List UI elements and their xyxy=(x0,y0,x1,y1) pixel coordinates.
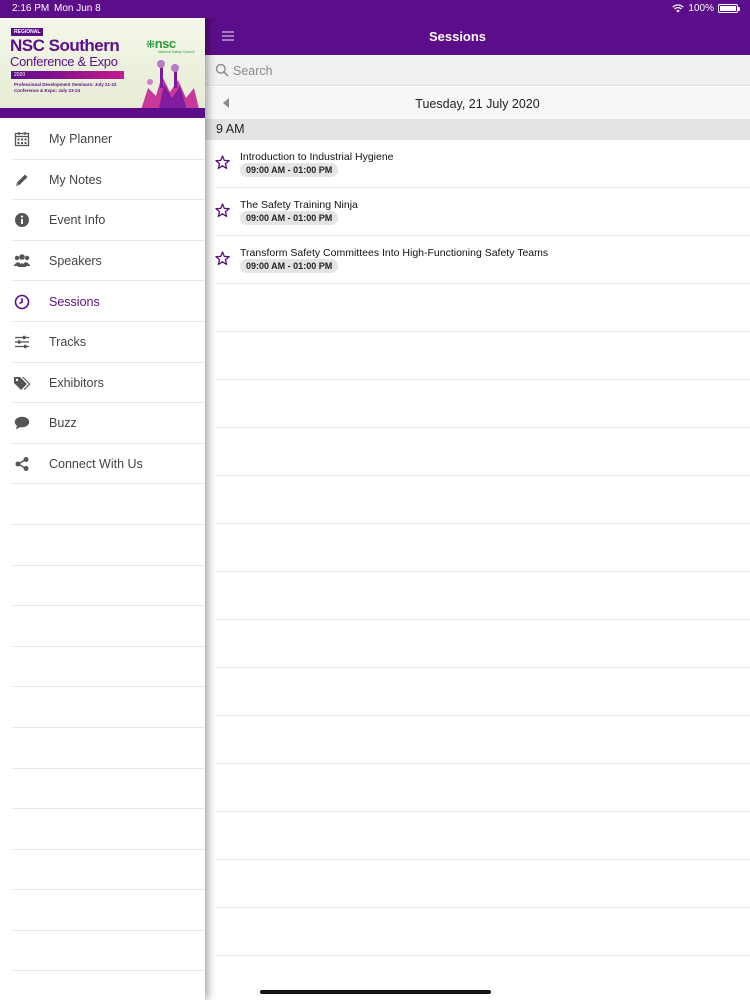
wifi-icon xyxy=(672,4,685,13)
sidebar-item-my-notes[interactable]: My Notes xyxy=(0,160,205,201)
banner-subtitle-2: Conference & Expo: July 23-24 xyxy=(14,88,81,93)
banner-title-line2: Conference & Expo xyxy=(10,54,118,69)
session-title: Transform Safety Committees Into High-Fu… xyxy=(240,247,549,259)
date-navigator: Tuesday, 21 July 2020 xyxy=(205,87,750,119)
status-date: Mon Jun 8 xyxy=(54,3,101,14)
empty-list-row xyxy=(205,332,750,380)
sidebar-empty-row xyxy=(0,850,205,891)
empty-list-row xyxy=(205,428,750,476)
home-indicator[interactable] xyxy=(260,990,491,994)
favorite-star-icon[interactable] xyxy=(215,203,230,218)
sidebar-item-label: My Planner xyxy=(49,132,113,147)
share-icon xyxy=(13,455,31,473)
empty-list-row xyxy=(205,476,750,524)
banner-title-line1: NSC Southern xyxy=(10,36,120,56)
favorite-star-icon[interactable] xyxy=(215,155,230,170)
status-time: 2:16 PM xyxy=(12,3,50,14)
sidebar-item-speakers[interactable]: Speakers xyxy=(0,241,205,282)
sidebar-item-event-info[interactable]: Event Info xyxy=(0,200,205,241)
empty-list-row xyxy=(205,668,750,716)
info-icon xyxy=(13,211,31,229)
empty-list-row xyxy=(205,620,750,668)
sidebar-item-label: Event Info xyxy=(49,213,106,228)
session-time-badge: 09:00 AM - 01:00 PM xyxy=(240,259,339,273)
session-title: The Safety Training Ninja xyxy=(240,199,358,211)
sidebar-empty-row xyxy=(0,890,205,931)
empty-list-row xyxy=(205,812,750,860)
sidebar-item-label: My Notes xyxy=(49,172,102,187)
search-input[interactable] xyxy=(233,61,733,80)
empty-list-row xyxy=(205,764,750,812)
status-bar: 2:16 PM Mon Jun 8 100% xyxy=(0,0,750,18)
empty-list-row xyxy=(205,380,750,428)
sidebar-empty-row xyxy=(0,484,205,525)
people-icon xyxy=(13,252,31,270)
session-time-badge: 09:00 AM - 01:00 PM xyxy=(240,163,339,177)
banner-title-nsc: NSC xyxy=(10,36,45,55)
banner-artwork-icon xyxy=(140,60,200,110)
sidebar-empty-row xyxy=(0,606,205,647)
event-banner: REGIONAL NSC Southern Conference & Expo … xyxy=(0,18,205,110)
logo-cross-icon: ⁜ xyxy=(146,39,155,51)
sidebar-empty-row xyxy=(0,809,205,850)
empty-list-row xyxy=(205,572,750,620)
banner-base-strip xyxy=(0,108,205,118)
sidebar-item-label: Tracks xyxy=(49,335,87,350)
battery-percentage: 100% xyxy=(688,3,714,14)
sidebar-empty-row xyxy=(0,687,205,728)
empty-list-row xyxy=(205,908,750,956)
sidebar-item-tracks[interactable]: Tracks xyxy=(0,322,205,363)
sidebar-empty-row xyxy=(0,525,205,566)
empty-list-row xyxy=(205,716,750,764)
hour-section-header: 9 AM xyxy=(205,119,750,140)
session-list: Introduction to Industrial Hygiene 09:00… xyxy=(205,140,750,956)
sidebar-item-label: Buzz xyxy=(49,416,77,431)
banner-year: 2020 xyxy=(11,71,124,79)
hour-label: 9 AM xyxy=(216,122,245,136)
nav-bar: Sessions xyxy=(205,18,750,55)
sidebar-item-my-planner[interactable]: My Planner xyxy=(0,119,205,160)
logo-subtext: National Safety Council xyxy=(158,50,195,54)
nsc-logo: ⁜nsc xyxy=(146,36,176,51)
sidebar-item-label: Sessions xyxy=(49,294,100,309)
calendar-icon xyxy=(13,130,31,148)
clock-icon xyxy=(13,293,31,311)
empty-list-row xyxy=(205,284,750,332)
search-bar xyxy=(205,55,750,86)
sidebar-item-label: Exhibitors xyxy=(49,375,104,390)
battery-icon xyxy=(718,4,740,13)
sidebar: REGIONAL NSC Southern Conference & Expo … xyxy=(0,0,205,1000)
sidebar-item-buzz[interactable]: Buzz xyxy=(0,403,205,444)
logo-text: nsc xyxy=(154,36,176,51)
sidebar-empty-row xyxy=(0,647,205,688)
sidebar-menu: My Planner My Notes Event Info Speakers … xyxy=(0,119,205,972)
sidebar-item-exhibitors[interactable]: Exhibitors xyxy=(0,363,205,404)
chat-bubble-icon xyxy=(13,414,31,432)
sidebar-empty-row xyxy=(0,728,205,769)
sidebar-item-label: Speakers xyxy=(49,254,102,269)
favorite-star-icon[interactable] xyxy=(215,251,230,266)
sidebar-item-label: Connect With Us xyxy=(49,457,143,472)
session-row[interactable]: Introduction to Industrial Hygiene 09:00… xyxy=(205,140,750,188)
session-row[interactable]: Transform Safety Committees Into High-Fu… xyxy=(205,236,750,284)
empty-list-row xyxy=(205,860,750,908)
sidebar-empty-row xyxy=(0,566,205,607)
session-row[interactable]: The Safety Training Ninja 09:00 AM - 01:… xyxy=(205,188,750,236)
session-time-badge: 09:00 AM - 01:00 PM xyxy=(240,211,339,225)
banner-subtitle-1: Professional Development Seminars: July … xyxy=(14,82,117,87)
pencil-icon xyxy=(13,171,31,189)
tags-icon xyxy=(13,374,31,392)
main-panel: Sessions Tuesday, 21 July 2020 9 AM Intr… xyxy=(205,0,750,1000)
banner-tag: REGIONAL xyxy=(11,28,44,36)
session-title: Introduction to Industrial Hygiene xyxy=(240,151,394,163)
sidebar-empty-row xyxy=(0,931,205,972)
status-right: 100% xyxy=(672,3,740,14)
sidebar-empty-row xyxy=(0,769,205,810)
sliders-icon xyxy=(13,333,31,351)
search-icon xyxy=(215,63,229,77)
sidebar-item-sessions[interactable]: Sessions xyxy=(0,281,205,322)
empty-list-row xyxy=(205,524,750,572)
banner-title-southern: Southern xyxy=(48,36,120,55)
sidebar-item-connect-with-us[interactable]: Connect With Us xyxy=(0,444,205,485)
